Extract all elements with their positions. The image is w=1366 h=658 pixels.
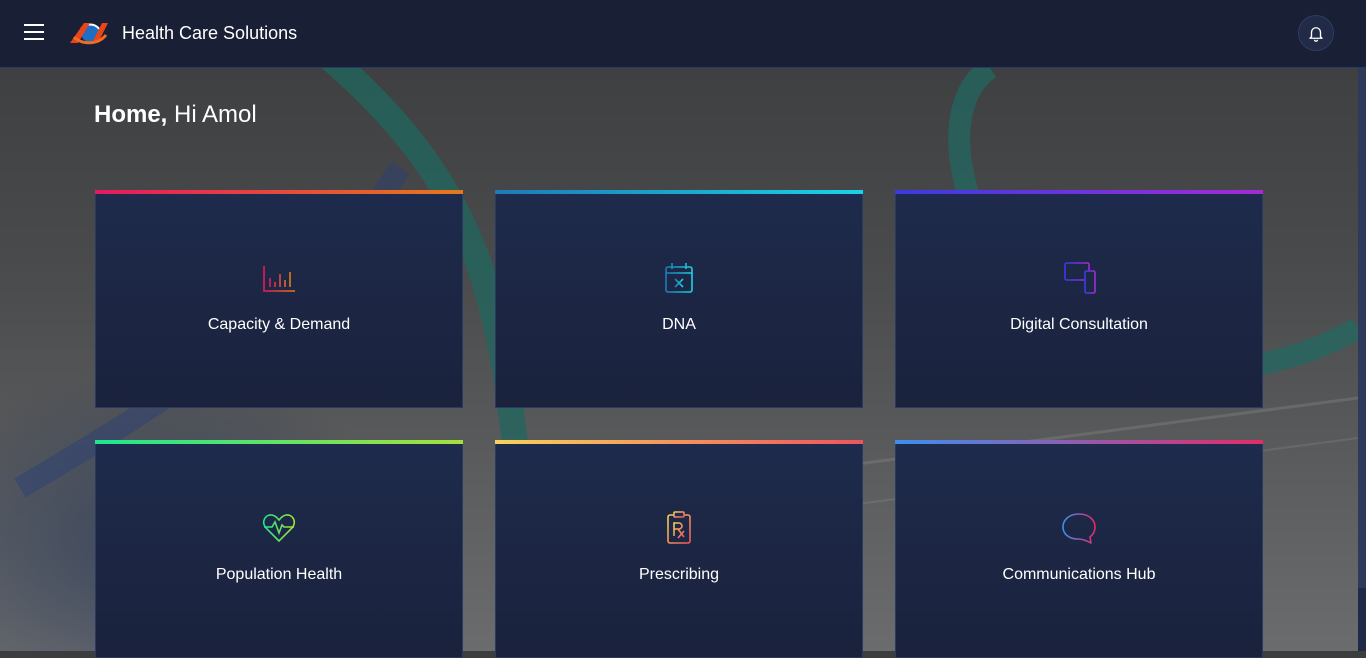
brand-logo[interactable] xyxy=(68,19,110,47)
chat-bubble-icon xyxy=(1062,513,1096,544)
card-accent-bar xyxy=(495,440,863,444)
prescription-clipboard-icon xyxy=(667,511,691,544)
scrollbar-thumb[interactable] xyxy=(1358,68,1366,588)
card-accent-bar xyxy=(95,440,463,444)
card-communications-hub[interactable]: Communications Hub xyxy=(895,440,1263,658)
notification-button[interactable] xyxy=(1298,15,1334,51)
card-label: Prescribing xyxy=(638,566,720,583)
page-greeting: Home, Hi Amol xyxy=(94,101,257,129)
card-accent-bar xyxy=(895,440,1263,444)
card-accent-bar xyxy=(95,190,463,194)
heart-pulse-icon xyxy=(263,514,295,543)
card-label: Communications Hub xyxy=(1002,566,1156,583)
bar-chart-icon xyxy=(263,266,295,292)
card-label: Capacity & Demand xyxy=(207,316,351,333)
card-dna[interactable]: DNA xyxy=(495,190,863,408)
devices-icon xyxy=(1062,262,1096,294)
calendar-cancel-icon xyxy=(665,263,693,293)
card-capacity-demand[interactable]: Capacity & Demand xyxy=(95,190,463,408)
top-app-bar: Health Care Solutions xyxy=(0,0,1366,68)
card-digital-consultation[interactable]: Digital Consultation xyxy=(895,190,1263,408)
app-title: Health Care Solutions xyxy=(122,23,298,43)
greeting-text: Hi Amol xyxy=(174,101,257,128)
card-label: Population Health xyxy=(215,566,343,583)
card-label: Digital Consultation xyxy=(1010,316,1148,333)
card-population-health[interactable]: Population Health xyxy=(95,440,463,658)
card-accent-bar xyxy=(495,190,863,194)
card-prescribing[interactable]: Prescribing xyxy=(495,440,863,658)
bell-icon xyxy=(1309,27,1323,42)
card-accent-bar xyxy=(895,190,1263,194)
hamburger-menu-icon[interactable] xyxy=(24,24,46,42)
card-label: DNA xyxy=(662,316,696,333)
page-title: Home, xyxy=(94,101,168,128)
